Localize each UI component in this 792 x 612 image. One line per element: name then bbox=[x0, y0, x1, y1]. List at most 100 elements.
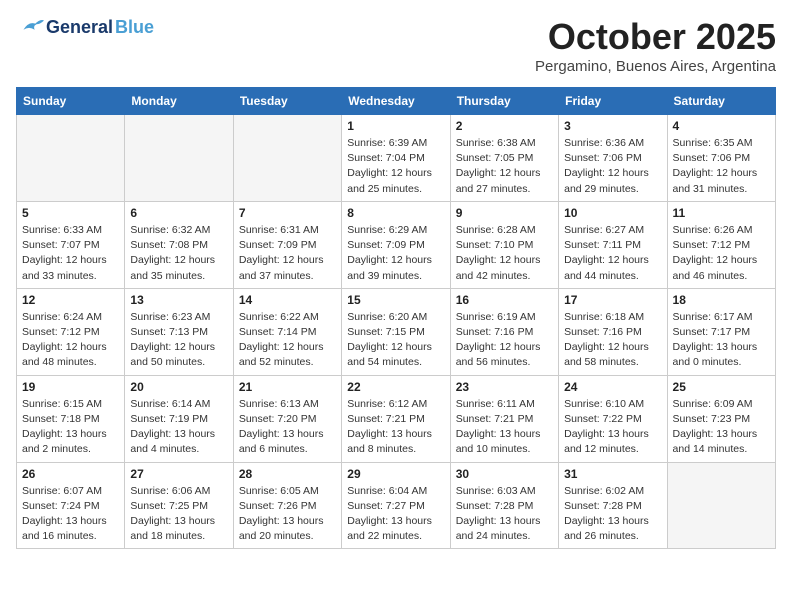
day-number: 18 bbox=[673, 293, 770, 307]
calendar-cell: 16Sunrise: 6:19 AM Sunset: 7:16 PM Dayli… bbox=[450, 288, 558, 375]
day-detail: Sunrise: 6:20 AM Sunset: 7:15 PM Dayligh… bbox=[347, 310, 444, 371]
day-detail: Sunrise: 6:39 AM Sunset: 7:04 PM Dayligh… bbox=[347, 136, 444, 197]
logo: GeneralBlue bbox=[16, 16, 154, 38]
calendar-week-row: 26 Sunrise: 6:07 AM Sunset: 7:24 PM Dayli… bbox=[17, 462, 776, 549]
day-detail: Sunrise: 6:10 AM Sunset: 7:22 PM Dayligh… bbox=[564, 397, 661, 458]
calendar-week-row: 19Sunrise: 6:15 AM Sunset: 7:18 PM Dayli… bbox=[17, 375, 776, 462]
calendar-cell: 23 Sunrise: 6:11 AM Sunset: 7:21 PM Dayli… bbox=[450, 375, 558, 462]
calendar-cell: 22 Sunrise: 6:12 AM Sunset: 7:21 PM Dayli… bbox=[342, 375, 450, 462]
day-number: 11 bbox=[673, 206, 770, 220]
calendar-week-row: 5Sunrise: 6:33 AM Sunset: 7:07 PM Daylig… bbox=[17, 201, 776, 288]
day-detail: Sunrise: 6:23 AM Sunset: 7:13 PM Dayligh… bbox=[130, 310, 227, 371]
day-number: 26 bbox=[22, 467, 119, 481]
day-number: 14 bbox=[239, 293, 336, 307]
calendar-cell: 25 Sunrise: 6:09 AM Sunset: 7:23 PM Dayli… bbox=[667, 375, 775, 462]
calendar-cell: 4 Sunrise: 6:35 AM Sunset: 7:06 PM Daylig… bbox=[667, 115, 775, 202]
day-number: 15 bbox=[347, 293, 444, 307]
title-section: October 2025 Pergamino, Buenos Aires, Ar… bbox=[535, 16, 776, 75]
calendar-cell bbox=[667, 462, 775, 549]
day-number: 13 bbox=[130, 293, 227, 307]
calendar-cell: 5Sunrise: 6:33 AM Sunset: 7:07 PM Daylig… bbox=[17, 201, 125, 288]
day-detail: Sunrise: 6:12 AM Sunset: 7:21 PM Dayligh… bbox=[347, 397, 444, 458]
day-detail: Sunrise: 6:29 AM Sunset: 7:09 PM Dayligh… bbox=[347, 223, 444, 284]
calendar-cell: 18 Sunrise: 6:17 AM Sunset: 7:17 PM Dayli… bbox=[667, 288, 775, 375]
day-number: 4 bbox=[673, 119, 770, 133]
calendar-week-row: 1 Sunrise: 6:39 AM Sunset: 7:04 PM Daylig… bbox=[17, 115, 776, 202]
weekday-header-wednesday: Wednesday bbox=[342, 88, 450, 115]
day-number: 2 bbox=[456, 119, 553, 133]
day-detail: Sunrise: 6:33 AM Sunset: 7:07 PM Dayligh… bbox=[22, 223, 119, 284]
weekday-header-sunday: Sunday bbox=[17, 88, 125, 115]
day-number: 20 bbox=[130, 380, 227, 394]
calendar-cell: 8Sunrise: 6:29 AM Sunset: 7:09 PM Daylig… bbox=[342, 201, 450, 288]
day-detail: Sunrise: 6:05 AM Sunset: 7:26 PM Dayligh… bbox=[239, 484, 336, 545]
calendar-cell: 9 Sunrise: 6:28 AM Sunset: 7:10 PM Daylig… bbox=[450, 201, 558, 288]
day-detail: Sunrise: 6:02 AM Sunset: 7:28 PM Dayligh… bbox=[564, 484, 661, 545]
calendar-cell: 30 Sunrise: 6:03 AM Sunset: 7:28 PM Dayli… bbox=[450, 462, 558, 549]
day-number: 12 bbox=[22, 293, 119, 307]
day-detail: Sunrise: 6:36 AM Sunset: 7:06 PM Dayligh… bbox=[564, 136, 661, 197]
weekday-header-monday: Monday bbox=[125, 88, 233, 115]
weekday-header-saturday: Saturday bbox=[667, 88, 775, 115]
day-number: 28 bbox=[239, 467, 336, 481]
day-detail: Sunrise: 6:09 AM Sunset: 7:23 PM Dayligh… bbox=[673, 397, 770, 458]
day-number: 22 bbox=[347, 380, 444, 394]
day-number: 7 bbox=[239, 206, 336, 220]
calendar-header-row: SundayMondayTuesdayWednesdayThursdayFrid… bbox=[17, 88, 776, 115]
calendar-cell: 27Sunrise: 6:06 AM Sunset: 7:25 PM Dayli… bbox=[125, 462, 233, 549]
day-detail: Sunrise: 6:15 AM Sunset: 7:18 PM Dayligh… bbox=[22, 397, 119, 458]
calendar-cell: 10 Sunrise: 6:27 AM Sunset: 7:11 PM Dayli… bbox=[559, 201, 667, 288]
calendar-cell: 29Sunrise: 6:04 AM Sunset: 7:27 PM Dayli… bbox=[342, 462, 450, 549]
day-detail: Sunrise: 6:27 AM Sunset: 7:11 PM Dayligh… bbox=[564, 223, 661, 284]
calendar-cell bbox=[233, 115, 341, 202]
day-number: 16 bbox=[456, 293, 553, 307]
calendar-cell bbox=[17, 115, 125, 202]
day-detail: Sunrise: 6:28 AM Sunset: 7:10 PM Dayligh… bbox=[456, 223, 553, 284]
day-number: 30 bbox=[456, 467, 553, 481]
day-detail: Sunrise: 6:31 AM Sunset: 7:09 PM Dayligh… bbox=[239, 223, 336, 284]
weekday-header-tuesday: Tuesday bbox=[233, 88, 341, 115]
calendar-cell: 13 Sunrise: 6:23 AM Sunset: 7:13 PM Dayli… bbox=[125, 288, 233, 375]
logo-blue-text: Blue bbox=[115, 17, 154, 38]
logo-bird-icon bbox=[16, 16, 44, 38]
day-detail: Sunrise: 6:14 AM Sunset: 7:19 PM Dayligh… bbox=[130, 397, 227, 458]
page-header: GeneralBlue October 2025 Pergamino, Buen… bbox=[16, 16, 776, 75]
day-detail: Sunrise: 6:13 AM Sunset: 7:20 PM Dayligh… bbox=[239, 397, 336, 458]
day-detail: Sunrise: 6:35 AM Sunset: 7:06 PM Dayligh… bbox=[673, 136, 770, 197]
day-number: 9 bbox=[456, 206, 553, 220]
calendar-cell: 19Sunrise: 6:15 AM Sunset: 7:18 PM Dayli… bbox=[17, 375, 125, 462]
day-number: 3 bbox=[564, 119, 661, 133]
day-detail: Sunrise: 6:03 AM Sunset: 7:28 PM Dayligh… bbox=[456, 484, 553, 545]
calendar-table: SundayMondayTuesdayWednesdayThursdayFrid… bbox=[16, 87, 776, 549]
day-detail: Sunrise: 6:38 AM Sunset: 7:05 PM Dayligh… bbox=[456, 136, 553, 197]
day-detail: Sunrise: 6:07 AM Sunset: 7:24 PM Dayligh… bbox=[22, 484, 119, 545]
day-number: 6 bbox=[130, 206, 227, 220]
calendar-cell: 24Sunrise: 6:10 AM Sunset: 7:22 PM Dayli… bbox=[559, 375, 667, 462]
calendar-cell: 26 Sunrise: 6:07 AM Sunset: 7:24 PM Dayli… bbox=[17, 462, 125, 549]
calendar-cell: 3 Sunrise: 6:36 AM Sunset: 7:06 PM Daylig… bbox=[559, 115, 667, 202]
day-number: 10 bbox=[564, 206, 661, 220]
month-title: October 2025 bbox=[535, 16, 776, 58]
calendar-cell: 2 Sunrise: 6:38 AM Sunset: 7:05 PM Daylig… bbox=[450, 115, 558, 202]
day-number: 31 bbox=[564, 467, 661, 481]
weekday-header-thursday: Thursday bbox=[450, 88, 558, 115]
calendar-cell: 20 Sunrise: 6:14 AM Sunset: 7:19 PM Dayli… bbox=[125, 375, 233, 462]
day-detail: Sunrise: 6:18 AM Sunset: 7:16 PM Dayligh… bbox=[564, 310, 661, 371]
day-number: 25 bbox=[673, 380, 770, 394]
calendar-cell: 14 Sunrise: 6:22 AM Sunset: 7:14 PM Dayli… bbox=[233, 288, 341, 375]
weekday-header-friday: Friday bbox=[559, 88, 667, 115]
day-number: 21 bbox=[239, 380, 336, 394]
day-detail: Sunrise: 6:17 AM Sunset: 7:17 PM Dayligh… bbox=[673, 310, 770, 371]
day-number: 23 bbox=[456, 380, 553, 394]
calendar-cell bbox=[125, 115, 233, 202]
day-detail: Sunrise: 6:24 AM Sunset: 7:12 PM Dayligh… bbox=[22, 310, 119, 371]
day-number: 1 bbox=[347, 119, 444, 133]
logo-general-text: General bbox=[46, 17, 113, 38]
day-detail: Sunrise: 6:22 AM Sunset: 7:14 PM Dayligh… bbox=[239, 310, 336, 371]
calendar-cell: 11Sunrise: 6:26 AM Sunset: 7:12 PM Dayli… bbox=[667, 201, 775, 288]
day-number: 17 bbox=[564, 293, 661, 307]
day-detail: Sunrise: 6:11 AM Sunset: 7:21 PM Dayligh… bbox=[456, 397, 553, 458]
calendar-cell: 1 Sunrise: 6:39 AM Sunset: 7:04 PM Daylig… bbox=[342, 115, 450, 202]
calendar-cell: 17 Sunrise: 6:18 AM Sunset: 7:16 PM Dayli… bbox=[559, 288, 667, 375]
calendar-cell: 15 Sunrise: 6:20 AM Sunset: 7:15 PM Dayli… bbox=[342, 288, 450, 375]
